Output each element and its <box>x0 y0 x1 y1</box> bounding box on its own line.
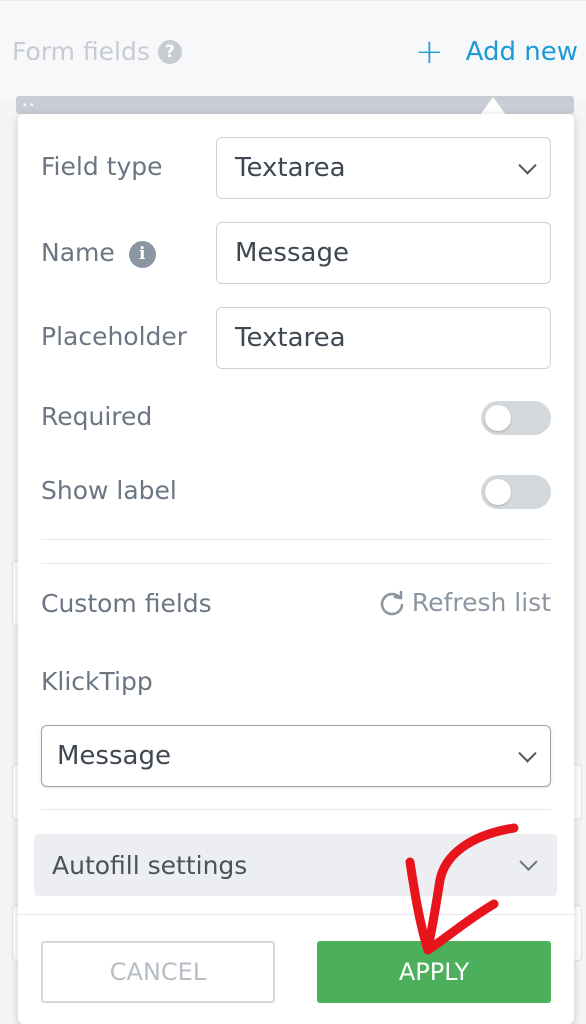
section-title-text: Form fields <box>12 37 150 66</box>
cancel-button[interactable]: CANCEL <box>41 941 275 1003</box>
show-label-label: Show label <box>41 476 177 505</box>
klicktipp-field-value: Message <box>57 741 171 771</box>
popover-arrow <box>480 97 506 115</box>
apply-button[interactable]: APPLY <box>317 941 551 1003</box>
drag-dots-icon: •• <box>22 101 37 111</box>
name-input-value: Message <box>235 238 349 268</box>
info-icon[interactable]: i <box>128 240 156 268</box>
add-new-button[interactable]: + Add new <box>415 35 578 69</box>
required-label: Required <box>41 402 153 431</box>
chevron-down-icon <box>519 852 538 871</box>
toggle-knob <box>485 479 511 505</box>
section-title: Form fields ? <box>12 37 182 66</box>
divider <box>41 563 551 564</box>
refresh-icon <box>380 590 404 615</box>
klicktipp-label: KlickTipp <box>41 667 153 696</box>
add-new-label: Add new <box>465 37 578 67</box>
chevron-down-icon <box>518 744 537 763</box>
autofill-settings-label: Autofill settings <box>52 850 248 880</box>
name-label-row: Name i <box>41 238 156 268</box>
footer-divider <box>18 914 574 915</box>
autofill-settings-accordion[interactable]: Autofill settings <box>34 834 557 896</box>
refresh-list-label: Refresh list <box>411 588 551 617</box>
name-input[interactable]: Message <box>216 222 551 284</box>
field-type-value: Textarea <box>235 153 346 183</box>
chevron-down-icon <box>518 156 537 175</box>
field-settings-popover: Field type Textarea Name i Message Placeh… <box>18 114 574 1024</box>
toggle-knob <box>485 405 511 431</box>
placeholder-input[interactable]: Textarea <box>216 307 551 369</box>
field-type-label: Field type <box>41 152 163 181</box>
divider <box>41 539 551 540</box>
help-icon[interactable]: ? <box>157 39 182 64</box>
custom-fields-label: Custom fields <box>41 589 212 618</box>
plus-icon: + <box>415 32 444 72</box>
placeholder-input-value: Textarea <box>235 323 346 353</box>
field-type-select[interactable]: Textarea <box>216 137 551 199</box>
required-toggle[interactable] <box>481 401 551 435</box>
klicktipp-field-select[interactable]: Message <box>41 725 551 787</box>
refresh-list-button[interactable]: Refresh list <box>378 588 551 617</box>
form-fields-header: Form fields ? + Add new <box>0 0 586 100</box>
divider <box>41 809 551 810</box>
show-label-toggle[interactable] <box>481 475 551 509</box>
name-label: Name <box>41 238 115 267</box>
placeholder-label: Placeholder <box>41 322 188 351</box>
